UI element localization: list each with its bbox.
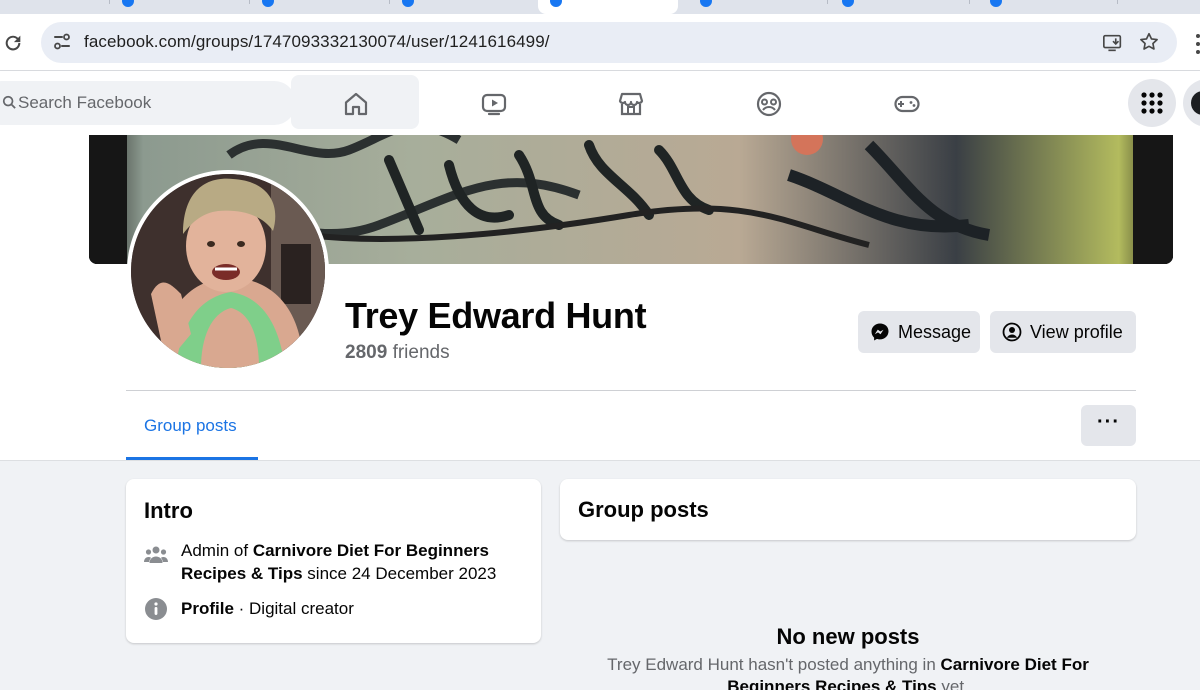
empty-state-title: No new posts <box>776 624 920 649</box>
url-text[interactable]: facebook.com/groups/1747093332130074/use… <box>84 32 550 52</box>
address-bar[interactable]: facebook.com/groups/1747093332130074/use… <box>41 22 1177 63</box>
browser-tab-strip <box>0 0 1200 14</box>
message-button-label: Message <box>898 321 972 342</box>
intro-admin-prefix: Admin of <box>181 541 253 560</box>
browser-menu-icon[interactable] <box>1192 32 1200 56</box>
browser-tab[interactable] <box>250 0 390 14</box>
message-button[interactable]: Message <box>858 311 980 353</box>
grid-menu-icon <box>1141 92 1163 114</box>
browser-tab[interactable] <box>390 0 530 14</box>
intro-admin-text: Admin of Carnivore Diet For Beginners Re… <box>181 539 521 585</box>
profile-photo-image <box>131 174 325 368</box>
marketplace-icon <box>618 92 644 116</box>
intro-profile-detail: · Digital creator <box>233 599 354 618</box>
nav-tab-groups[interactable] <box>704 75 832 129</box>
more-options-label: ··· <box>1097 411 1120 433</box>
install-app-icon[interactable] <box>1102 32 1124 54</box>
facebook-favicon-icon <box>262 0 274 7</box>
view-profile-button[interactable]: View profile <box>990 311 1136 353</box>
facebook-favicon-icon <box>122 0 134 7</box>
profile-circle-icon <box>1002 322 1022 342</box>
video-icon <box>481 93 507 116</box>
nav-tab-home[interactable] <box>291 75 419 129</box>
group-posts-title: Group posts <box>578 497 709 522</box>
facebook-favicon-icon <box>990 0 1002 7</box>
browser-tab[interactable] <box>0 0 110 14</box>
profile-avatar[interactable] <box>127 170 329 372</box>
nav-tab-video[interactable] <box>429 75 557 129</box>
menu-grid-button[interactable] <box>1128 79 1176 127</box>
facebook-favicon-icon <box>842 0 854 7</box>
browser-tab[interactable] <box>110 0 250 14</box>
browser-tab[interactable] <box>978 0 1118 14</box>
intro-profile-label: Profile <box>181 599 234 618</box>
facebook-search[interactable] <box>0 81 296 125</box>
more-options-button[interactable]: ··· <box>1081 405 1136 446</box>
browser-tab[interactable] <box>830 0 970 14</box>
group-posts-card: Group posts <box>560 479 1136 540</box>
group-members-icon <box>144 546 168 563</box>
nav-tab-gaming[interactable] <box>842 75 970 129</box>
browser-tab-active[interactable] <box>538 0 678 14</box>
search-input[interactable] <box>18 81 278 125</box>
browser-toolbar: facebook.com/groups/1747093332130074/use… <box>0 14 1200 71</box>
friends-count[interactable]: 2809 friends <box>345 342 450 364</box>
groups-icon <box>756 91 782 117</box>
empty-state-suffix: yet. <box>936 677 969 690</box>
messenger-button[interactable] <box>1183 79 1200 127</box>
intro-profile-text: Profile · Digital creator <box>181 599 354 619</box>
intro-title: Intro <box>144 498 193 523</box>
browser-tab[interactable] <box>688 0 828 14</box>
empty-state-text: Trey Edward Hunt hasn't posted anything … <box>590 654 1106 690</box>
intro-admin-suffix: since 24 December 2023 <box>302 564 497 583</box>
tab-group-posts-label: Group posts <box>144 416 237 435</box>
facebook-favicon-icon <box>550 0 562 7</box>
reload-icon[interactable] <box>2 32 24 54</box>
site-settings-icon[interactable] <box>53 33 71 51</box>
intro-card: Intro Admin of Carnivore Diet For Beginn… <box>126 479 541 643</box>
tab-group-posts[interactable]: Group posts <box>126 394 258 460</box>
facebook-favicon-icon <box>402 0 414 7</box>
home-icon <box>344 92 368 116</box>
messenger-icon <box>871 323 889 341</box>
view-profile-button-label: View profile <box>1030 321 1123 342</box>
messenger-icon <box>1191 91 1200 115</box>
facebook-favicon-icon <box>700 0 712 7</box>
friends-count-number: 2809 <box>345 342 388 363</box>
empty-state-prefix: Trey Edward Hunt hasn't posted anything … <box>607 655 941 674</box>
gaming-icon <box>894 95 920 113</box>
nav-tab-marketplace[interactable] <box>566 75 694 129</box>
active-tab-indicator <box>126 457 258 460</box>
facebook-top-bar <box>0 71 1200 135</box>
friends-label: friends <box>392 342 450 363</box>
header-divider <box>126 390 1136 391</box>
info-icon <box>145 598 167 620</box>
search-icon <box>2 95 16 109</box>
bookmark-star-icon[interactable] <box>1138 31 1160 53</box>
profile-name: Trey Edward Hunt <box>345 295 647 336</box>
